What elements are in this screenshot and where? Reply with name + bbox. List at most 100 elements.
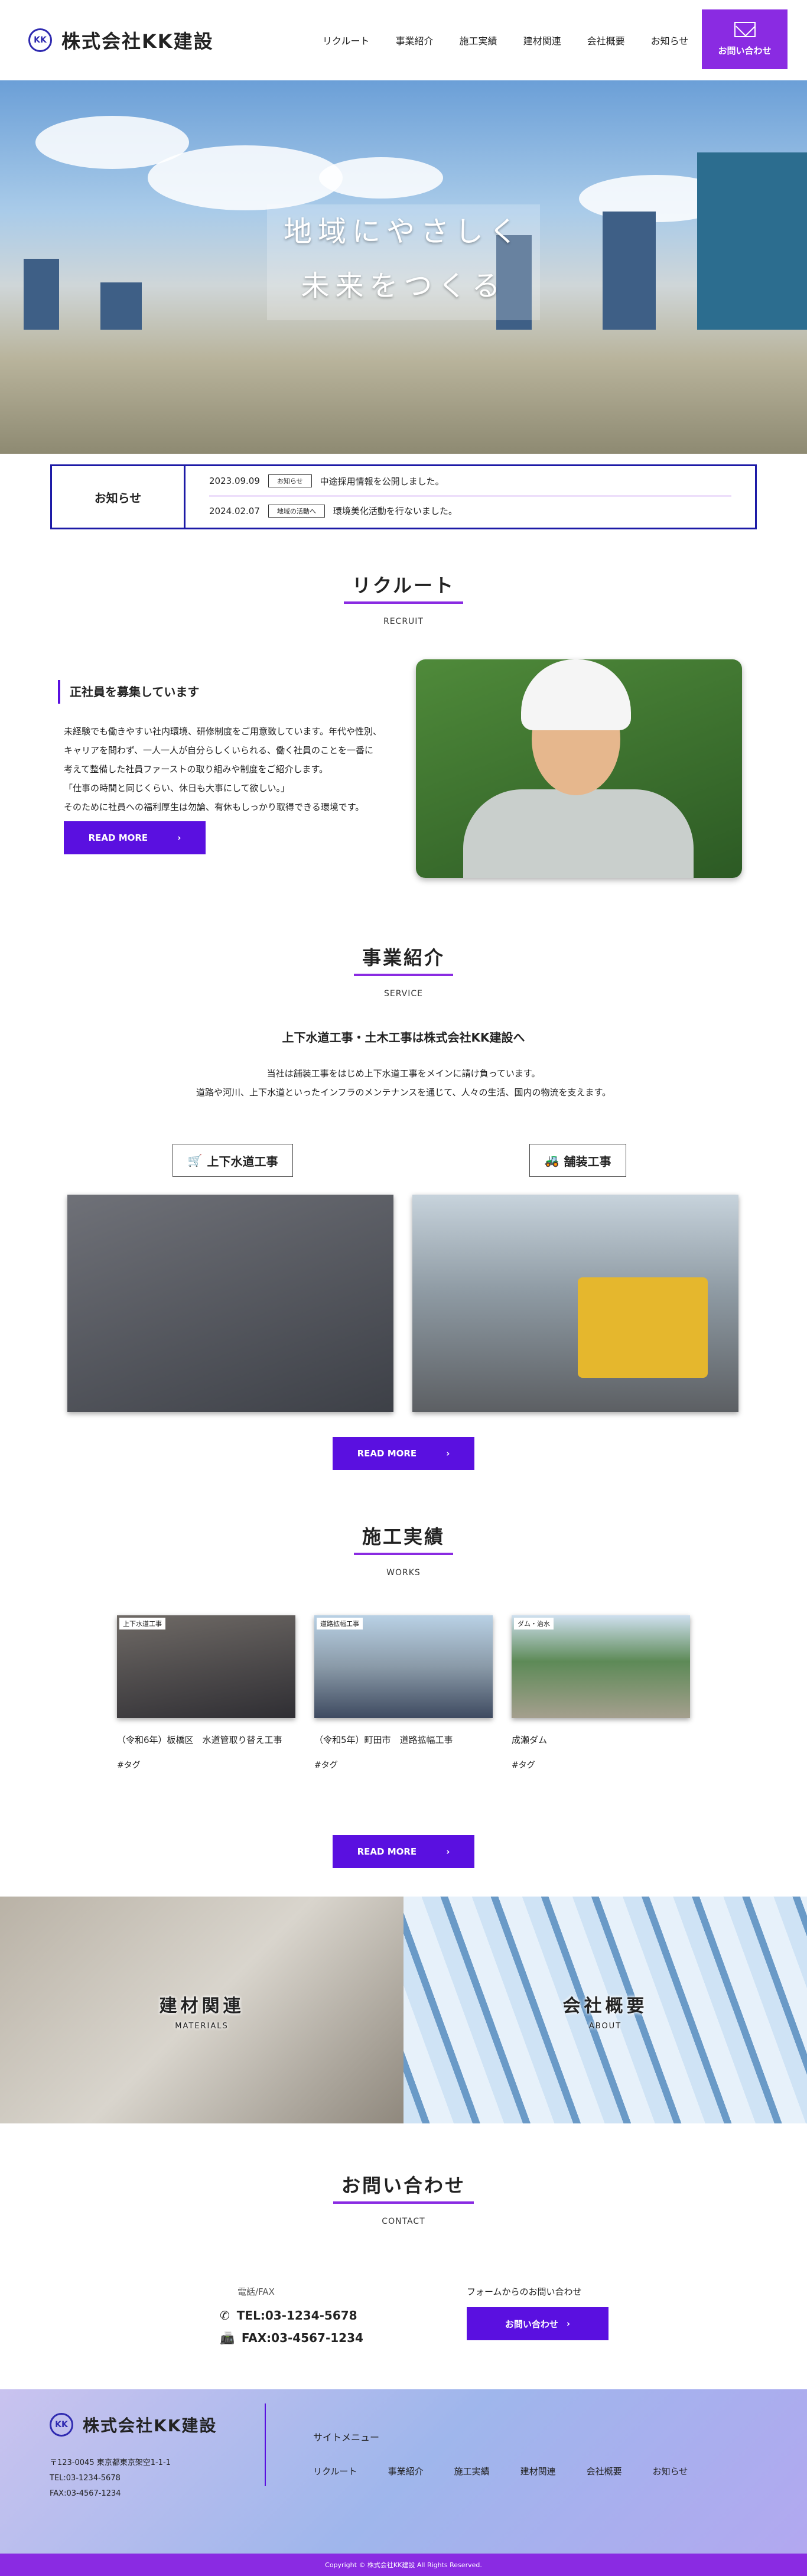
hero-line-2: 未来をつくる (301, 269, 506, 303)
works-card-title: （令和5年）町田市 道路拡幅工事 (314, 1735, 453, 1745)
footer-nav-news[interactable]: お知らせ (653, 2465, 688, 2477)
footer-divider (265, 2403, 266, 2486)
works-card[interactable]: 道路拡幅工事 （令和5年）町田市 道路拡幅工事 #タグ (314, 1615, 493, 1771)
works-label: 道路拡幅工事 (317, 1618, 363, 1629)
nav-item-recruit[interactable]: リクルート (323, 33, 370, 47)
nav-item-works[interactable]: 施工実績 (460, 33, 497, 47)
works-card[interactable]: ダム・治水 成瀬ダム #タグ (512, 1615, 690, 1771)
contact-form-button[interactable]: お問い合わせ › (467, 2307, 608, 2340)
footer-tel: TEL:03-1234-5678 (50, 2474, 121, 2483)
footer-logo-text: 株式会社KK建設 (83, 2416, 217, 2435)
hero-catchcopy: 地域にやさしく 未来をつくる (267, 204, 540, 320)
contact-en: CONTACT (382, 2217, 425, 2226)
service-read-more-button[interactable]: READ MORE › (333, 1437, 474, 1470)
recruit-text: 考えて整備した社員ファーストの取り組みや制度をご紹介します。 (64, 764, 328, 775)
service-en: SERVICE (383, 989, 424, 998)
works-card-tag: #タグ (512, 1761, 535, 1770)
footer-address-block: 〒123-0045 東京都東京架空1-1-1 TEL:03-1234-5678 … (50, 2455, 171, 2502)
footer-nav-recruit[interactable]: リクルート (313, 2465, 357, 2477)
recruit-text: 「仕事の時間と同じくらい、休日も大事にして欲しい。」 (64, 783, 290, 793)
chevron-right-icon: › (446, 1448, 450, 1459)
site-logo[interactable]: KK 株式会社KK建設 (28, 27, 214, 54)
about-banner[interactable]: 会社概要 ABOUT (403, 1897, 807, 2123)
tab-label: 上下水道工事 (207, 1154, 278, 1169)
footer-nav-service[interactable]: 事業紹介 (388, 2465, 424, 2477)
tab-label: 舗装工事 (564, 1154, 611, 1169)
works-section: 施工実績 WORKS 上下水道工事 （令和6年）板橋区 水道管取り替え工事 #タ… (0, 1522, 807, 1868)
sitemap-title: サイトメニュー (313, 2432, 380, 2443)
service-title: 事業紹介 (353, 943, 453, 976)
building (603, 212, 656, 330)
header-contact-button[interactable]: お問い合わせ (702, 9, 788, 69)
materials-banner[interactable]: 建材関連 MATERIALS (0, 1897, 403, 2123)
nav-item-materials[interactable]: 建材関連 (523, 33, 561, 47)
banner-links: 建材関連 MATERIALS 会社概要 ABOUT (0, 1897, 807, 2123)
phone-icon: ✆ (220, 2308, 230, 2323)
recruit-subtitle: 正社員を募集しています (58, 680, 199, 704)
chevron-right-icon: › (566, 2318, 571, 2329)
recruit-photo (416, 659, 742, 878)
cloud (148, 145, 343, 210)
banner-en: MATERIALS (175, 2022, 229, 2031)
tab-paving[interactable]: 🚜 舗装工事 (529, 1144, 626, 1177)
copyright-text: Copyright © 株式会社KK建設 All Rights Reserved… (325, 2561, 482, 2569)
news-item[interactable]: 2024.02.07 地域の活動へ 環境美化活動を行ないました。 (209, 496, 731, 525)
nav-item-about[interactable]: 会社概要 (587, 33, 625, 47)
helmet-icon (521, 659, 631, 730)
banner-title: 建材関連 (159, 1996, 245, 2016)
recruit-en: RECRUIT (383, 617, 424, 626)
recruit-text: そのために社員への福利厚生は勿論、有休もしっかり取得できる環境です。 (64, 802, 365, 812)
footer-nav-about[interactable]: 会社概要 (587, 2465, 622, 2477)
recruit-text: キャリアを問わず、一人一人が自分らしくいられる、働く社員のことを一番に (64, 745, 373, 756)
recruit-body: 未経験でも働きやすい社内環境、研修制度をご用意致しています。年代や性別、 キャリ… (64, 722, 382, 854)
fax-line: 📠 FAX:03-4567-1234 (220, 2331, 363, 2345)
news-tag: お知らせ (268, 474, 312, 487)
service-text-line: 道路や河川、上下水道といったインフラのメンテナンスを通じて、人々の生活、国内の物… (196, 1087, 611, 1098)
recruit-title: リクルート (343, 571, 464, 604)
recruit-read-more-button[interactable]: READ MORE › (64, 821, 206, 854)
news-box: お知らせ 2023.09.09 お知らせ 中途採用情報を公開しました。 2024… (50, 464, 757, 529)
works-en: WORKS (386, 1568, 421, 1578)
banner-caption: 会社概要 ABOUT (403, 1991, 807, 2031)
service-section: 事業紹介 SERVICE 上下水道工事・土木工事は株式会社KK建設へ 当社は舗装… (0, 943, 807, 1470)
works-photo: ダム・治水 (512, 1615, 690, 1718)
news-tag: 地域の活動へ (268, 504, 325, 518)
works-photo: 上下水道工事 (117, 1615, 295, 1718)
copyright-bar: Copyright © 株式会社KK建設 All Rights Reserved… (0, 2554, 807, 2576)
service-text: 当社は舗装工事をはじめ上下水道工事をメインに請け負っています。 道路や河川、上下… (0, 1064, 807, 1102)
contact-title: お問い合わせ (333, 2171, 474, 2204)
news-text: 中途採用情報を公開しました。 (320, 476, 444, 487)
tel-line[interactable]: ✆ TEL:03-1234-5678 (220, 2308, 363, 2323)
service-lead: 上下水道工事・土木工事は株式会社KK建設へ (282, 1030, 525, 1045)
site-footer: KK 株式会社KK建設 〒123-0045 東京都東京架空1-1-1 TEL:0… (0, 2389, 807, 2576)
works-card[interactable]: 上下水道工事 （令和6年）板橋区 水道管取り替え工事 #タグ (117, 1615, 295, 1771)
read-more-label: READ MORE (357, 1846, 417, 1857)
tab-water-works[interactable]: 🛒 上下水道工事 (173, 1144, 293, 1177)
footer-nav-materials[interactable]: 建材関連 (520, 2465, 556, 2477)
banner-en: ABOUT (588, 2022, 622, 2031)
recruit-section: リクルート RECRUIT 正社員を募集しています 未経験でも働きやすい社内環境… (0, 571, 807, 925)
news-date: 2023.09.09 (209, 476, 260, 486)
works-card-title: 成瀬ダム (512, 1735, 548, 1745)
form-label: フォームからのお問い合わせ (467, 2286, 582, 2297)
nav-item-news[interactable]: お知らせ (651, 33, 689, 47)
phone-label: 電話/FAX (237, 2286, 275, 2297)
building (697, 152, 807, 330)
works-card-title: （令和6年）板橋区 水道管取り替え工事 (117, 1735, 282, 1745)
fax-icon: 📠 (220, 2331, 235, 2345)
works-read-more-button[interactable]: READ MORE › (333, 1835, 474, 1868)
global-nav: リクルート 事業紹介 施工実績 建材関連 会社概要 お知らせ (323, 33, 688, 47)
news-item[interactable]: 2023.09.09 お知らせ 中途採用情報を公開しました。 (209, 466, 731, 496)
contact-phone-block: 電話/FAX ✆ TEL:03-1234-5678 📠 FAX:03-4567-12… (220, 2285, 363, 2345)
works-title: 施工実績 (353, 1522, 453, 1555)
works-label: 上下水道工事 (119, 1618, 165, 1629)
contact-section: お問い合わせ CONTACT 電話/FAX ✆ TEL:03-1234-5678 … (0, 2171, 807, 2389)
footer-logo[interactable]: KK 株式会社KK建設 (50, 2413, 217, 2437)
works-card-tag: #タグ (314, 1761, 338, 1770)
nav-item-service[interactable]: 事業紹介 (396, 33, 434, 47)
footer-nav-works[interactable]: 施工実績 (454, 2465, 490, 2477)
service-text-line: 当社は舗装工事をはじめ上下水道工事をメインに請け負っています。 (266, 1068, 541, 1079)
mail-icon (734, 22, 756, 37)
logo-text: 株式会社KK建設 (61, 30, 214, 53)
cloud (319, 157, 443, 199)
